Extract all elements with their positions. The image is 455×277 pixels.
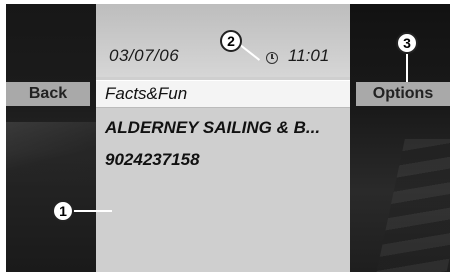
list-item-label: ALDERNEY SAILING & B... [105, 118, 321, 137]
left-background [6, 4, 96, 272]
callout-1-leader [72, 210, 112, 212]
list-item-label: 9024237158 [105, 150, 200, 169]
callout-3-marker: 3 [396, 32, 418, 54]
list-item[interactable]: ALDERNEY SAILING & B... [96, 115, 350, 141]
back-button[interactable]: Back [6, 82, 90, 106]
callout-1-marker: 1 [52, 200, 74, 222]
list-item-label: Facts&Fun [105, 84, 188, 103]
clock-icon [266, 52, 278, 64]
status-date: 03/07/06 [109, 46, 180, 65]
options-button[interactable]: Options [356, 82, 450, 106]
callout-2-marker: 2 [220, 30, 242, 52]
callout-3-leader [406, 54, 408, 82]
display-screen: 03/07/06 11:01 Facts&Fun ALDERNEY SAILIN… [6, 4, 450, 272]
list-item[interactable]: 9024237158 [96, 147, 350, 173]
list-item-selected[interactable]: Facts&Fun [96, 80, 350, 108]
status-time: 11:01 [288, 46, 330, 65]
